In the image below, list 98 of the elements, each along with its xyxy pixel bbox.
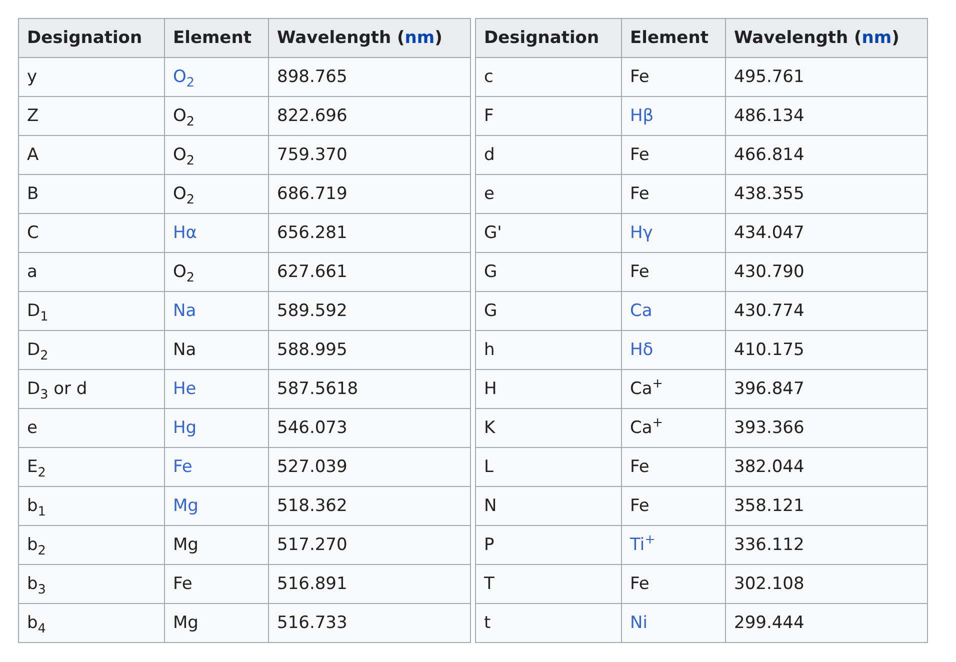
element-link[interactable]: Fe (173, 457, 192, 477)
column-header: Designation (484, 28, 600, 48)
designation-cell: A (27, 145, 39, 165)
wavelength-cell: 518.362 (277, 496, 348, 516)
designation-cell: c (484, 67, 494, 87)
wavelength-cell: 396.847 (734, 379, 804, 399)
element-cell: Mg (173, 613, 198, 633)
designation-cell: e (27, 418, 38, 438)
designation-cell: t (484, 613, 491, 633)
wavelength-cell: 430.790 (734, 262, 804, 282)
element-link[interactable]: Mg (173, 496, 198, 516)
wavelength-cell: 438.355 (734, 184, 804, 204)
element-link[interactable]: Ni (630, 613, 648, 633)
designation-cell: b$_{3}$ (27, 574, 46, 594)
wavelength-cell: 686.719 (277, 184, 348, 204)
wavelength-cell: 587.5618 (277, 379, 358, 399)
designation-cell: D$_{3}$ or d (27, 379, 88, 399)
wavelength-cell: 517.270 (277, 535, 348, 555)
designation-cell: E$_{2}$ (27, 457, 46, 477)
element-cell: O$_{2}$ (173, 262, 195, 282)
element-link[interactable]: Hγ (630, 223, 653, 243)
designation-cell: G (484, 301, 498, 321)
wavelength-cell: 486.134 (734, 106, 804, 126)
wavelength-cell: 527.039 (277, 457, 348, 477)
element-cell: Fe (173, 574, 192, 594)
wavelength-cell: 546.073 (277, 418, 348, 438)
designation-cell: D$_{2}$ (27, 340, 48, 360)
designation-cell: e (484, 184, 494, 204)
wavelength-cell: 434.047 (734, 223, 804, 243)
wavelength-cell: 299.444 (734, 613, 804, 633)
wavelength-cell: 516.733 (277, 613, 348, 633)
element-cell: O$_{2}$ (173, 106, 195, 126)
designation-cell: K (484, 418, 496, 438)
element-cell: Fe (630, 262, 650, 282)
element-link[interactable]: Hβ (630, 106, 654, 126)
designation-cell: y (27, 67, 38, 87)
element-link[interactable]: Ti$^{+}$ (630, 535, 656, 555)
wavelength-cell: 656.281 (277, 223, 348, 243)
wavelength-cell: 898.765 (277, 67, 348, 87)
wavelength-cell: 495.761 (734, 67, 804, 87)
designation-cell: D$_{1}$ (27, 301, 48, 321)
wavelength-cell: 393.366 (734, 418, 804, 438)
element-cell: Fe (630, 184, 650, 204)
wavelength-cell: 358.121 (734, 496, 804, 516)
column-header: Element (630, 28, 708, 48)
wavelength-cell: 410.175 (734, 340, 804, 360)
wavelength-cell: 382.044 (734, 457, 804, 477)
column-header: Designation (27, 28, 142, 48)
element-cell: Fe (630, 574, 650, 594)
wavelength-cell: 589.592 (277, 301, 348, 321)
designation-cell: b$_{2}$ (27, 535, 46, 555)
element-cell: O$_{2}$ (173, 145, 195, 165)
designation-cell: T (484, 574, 494, 594)
column-header: Wavelength (nm) (277, 28, 442, 48)
designation-cell: Z (27, 106, 39, 126)
element-link[interactable]: Hg (173, 418, 197, 438)
designation-cell: B (27, 184, 39, 204)
designation-cell: b$_{4}$ (27, 613, 46, 633)
unit-link[interactable]: nm (862, 28, 892, 48)
designation-cell: G' (484, 223, 502, 243)
element-link[interactable]: Ca (630, 301, 652, 321)
wavelength-cell: 430.774 (734, 301, 804, 321)
wavelength-cell: 627.661 (277, 262, 348, 282)
element-cell: Fe (630, 67, 650, 87)
wavelength-cell: 822.696 (277, 106, 348, 126)
element-cell: Mg (173, 535, 198, 555)
designation-cell: L (484, 457, 494, 477)
element-link[interactable]: O$_{2}$ (173, 67, 195, 87)
wavelength-cell: 466.814 (734, 145, 804, 165)
wavelength-cell: 516.891 (277, 574, 348, 594)
wavelength-cell: 302.108 (734, 574, 804, 594)
element-cell: Fe (630, 457, 650, 477)
designation-cell: H (484, 379, 497, 399)
designation-cell: h (484, 340, 495, 360)
element-link[interactable]: Na (173, 301, 196, 321)
designation-cell: P (484, 535, 494, 555)
wavelength-cell: 588.995 (277, 340, 348, 360)
column-header: Element (173, 28, 252, 48)
designation-cell: d (484, 145, 495, 165)
element-link[interactable]: He (173, 379, 196, 399)
element-link[interactable]: Hα (173, 223, 197, 243)
column-header: Wavelength (nm) (734, 28, 900, 48)
designation-cell: b$_{1}$ (27, 496, 46, 516)
element-cell: Na (173, 340, 196, 360)
element-cell: Ca$^{+}$ (630, 418, 663, 438)
element-cell: Ca$^{+}$ (630, 379, 663, 399)
designation-cell: G (484, 262, 498, 282)
designation-cell: a (27, 262, 38, 282)
wavelength-cell: 336.112 (734, 535, 804, 555)
element-link[interactable]: Hδ (630, 340, 654, 360)
element-cell: Fe (630, 496, 650, 516)
element-cell: Fe (630, 145, 650, 165)
designation-cell: N (484, 496, 497, 516)
unit-link[interactable]: nm (404, 28, 435, 48)
element-cell: O$_{2}$ (173, 184, 195, 204)
designation-cell: C (27, 223, 39, 243)
designation-cell: F (484, 106, 494, 126)
wavelength-cell: 759.370 (277, 145, 348, 165)
